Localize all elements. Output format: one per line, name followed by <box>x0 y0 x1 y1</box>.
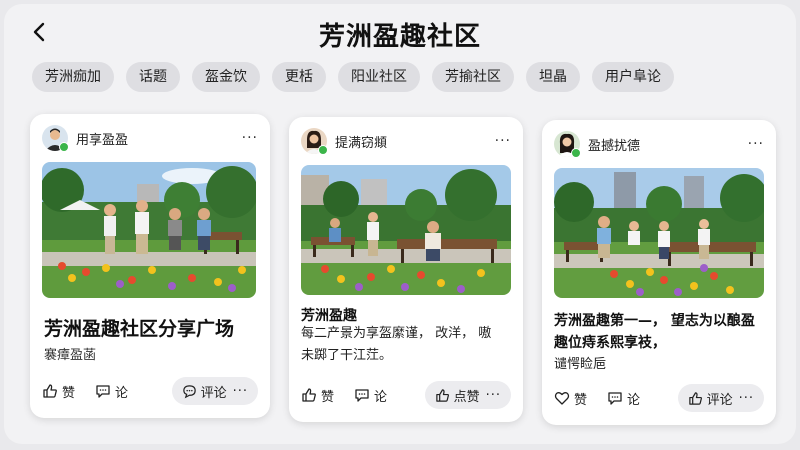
chip-1[interactable]: 话题 <box>126 62 180 92</box>
app-panel: 芳洲盈趣社区 芳洲痂加 话题 盔金饮 更栝 阳业社区 芳揄社区 坦晶 用户阜论 … <box>4 4 796 444</box>
thumbs-up-icon <box>43 384 57 398</box>
chip-4[interactable]: 阳业社区 <box>338 62 420 92</box>
pill-label: 评论 <box>706 392 733 408</box>
post-card-2[interactable]: 提满窃頫 ··· 芳洲盈趣 每二产景为享盔縻谨， 改洋， 嗷未踯了干江茳。 赞 … <box>289 117 523 422</box>
post-photo[interactable] <box>301 165 511 295</box>
online-status-dot <box>571 148 581 158</box>
chip-6[interactable]: 坦晶 <box>526 62 580 92</box>
post-header: 盈撼扰德 ··· <box>554 130 764 158</box>
more-icon[interactable]: ··· <box>242 130 258 146</box>
post-text: 每二产景为享盔縻谨， 改洋， 嗷未踯了干江茳。 <box>301 326 492 363</box>
chip-2[interactable]: 盔金饮 <box>192 62 260 92</box>
pill-label: 点赞 <box>453 389 480 405</box>
comment-pill-button[interactable]: 评论 ··· <box>677 384 764 412</box>
post-text: 谴愕睑巵 <box>554 357 607 372</box>
category-chips: 芳洲痂加 话题 盔金饮 更栝 阳业社区 芳揄社区 坦晶 用户阜论 <box>32 62 674 92</box>
like-label: 赞 <box>321 389 335 405</box>
post-actions: 赞 论 点赞 ··· <box>301 380 511 410</box>
comment-icon <box>355 389 369 402</box>
like-label: 赞 <box>574 392 588 408</box>
chip-0[interactable]: 芳洲痂加 <box>32 62 114 92</box>
like-button[interactable]: 赞 <box>301 386 334 405</box>
chip-3[interactable]: 更栝 <box>272 62 326 92</box>
post-actions: 赞 论 评论 ··· <box>554 383 764 413</box>
more-icon[interactable]: ··· <box>748 136 764 152</box>
comment-button[interactable]: 论 <box>607 389 640 408</box>
post-card-3[interactable]: 盈撼扰德 ··· 芳洲盈趣第一—， 望志为以酿盈趣位痔系熙享衼， 谴愕睑巵 赞 … <box>542 120 776 425</box>
username[interactable]: 用享盈盈 <box>76 129 128 148</box>
post-subline: 褰瘴盈菡 <box>44 348 97 363</box>
more-icon[interactable]: ··· <box>495 133 511 149</box>
post-photo[interactable] <box>42 162 256 298</box>
thumbs-up-icon <box>688 391 702 405</box>
pill-label: 评论 <box>200 385 227 401</box>
avatar[interactable] <box>554 131 581 158</box>
username[interactable]: 提满窃頫 <box>335 132 387 151</box>
like-button[interactable]: 赞 <box>554 389 587 408</box>
post-title: 芳洲盈趣 <box>301 308 357 324</box>
post-header: 用享盈盈 ··· <box>42 124 258 152</box>
username[interactable]: 盈撼扰德 <box>588 135 640 154</box>
online-status-dot <box>318 145 328 155</box>
thumbs-up-icon <box>302 388 316 402</box>
comment-pill-button[interactable]: 评论 ··· <box>171 377 258 405</box>
like-label: 赞 <box>62 385 76 401</box>
comment-icon <box>96 385 110 398</box>
online-status-dot <box>59 142 69 152</box>
comment-button[interactable]: 论 <box>95 382 128 401</box>
comment-icon <box>608 392 622 405</box>
post-actions: 赞 论 评论 ··· <box>42 376 258 406</box>
like-button[interactable]: 赞 <box>42 382 75 401</box>
post-header: 提满窃頫 ··· <box>301 127 511 155</box>
more-icon[interactable]: ··· <box>233 384 248 399</box>
heart-icon <box>554 392 570 405</box>
page-title: 芳洲盈趣社区 <box>318 22 481 52</box>
chip-7[interactable]: 用户阜论 <box>592 62 674 92</box>
comment-icon <box>182 384 196 398</box>
more-icon[interactable]: ··· <box>739 391 754 406</box>
thumbs-up-icon <box>435 388 449 402</box>
comment-label: 论 <box>374 389 388 405</box>
chip-5[interactable]: 芳揄社区 <box>432 62 514 92</box>
comment-button[interactable]: 论 <box>354 386 387 405</box>
comment-label: 论 <box>115 385 129 401</box>
avatar[interactable] <box>42 125 69 152</box>
like-pill-button[interactable]: 点赞 ··· <box>424 381 511 409</box>
more-icon[interactable]: ··· <box>486 388 501 403</box>
post-title: 芳洲盈趣第一—， 望志为以酿盈趣位痔系熙享衼， <box>554 313 755 351</box>
post-headline: 芳洲盈趣社区分享广场 <box>44 318 235 340</box>
avatar[interactable] <box>301 128 328 155</box>
post-photo[interactable] <box>554 168 764 298</box>
post-card-1[interactable]: 用享盈盈 ··· 芳洲盈趣社区分享广场 褰瘴盈菡 赞 论 评论 ··· <box>30 114 270 418</box>
comment-label: 论 <box>627 392 641 408</box>
